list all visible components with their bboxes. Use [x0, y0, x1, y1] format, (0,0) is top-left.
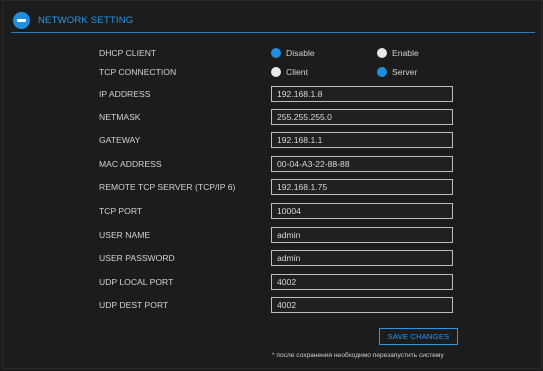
radio-selected-icon[interactable] [271, 48, 281, 58]
tcp-port-input[interactable]: 10004 [271, 203, 453, 219]
tcp-connection-row: TCP CONNECTION Client Server [99, 63, 483, 81]
udp-local-port-row: UDP LOCAL PORT 4002 [99, 273, 453, 291]
tcp-client-radio[interactable]: Client [271, 67, 377, 77]
user-name-label: USER NAME [99, 230, 151, 240]
user-name-input[interactable]: admin [271, 227, 453, 243]
tcp-server-radio[interactable]: Server [377, 67, 483, 77]
tcp-connection-label: TCP CONNECTION [99, 67, 177, 77]
header-divider [11, 32, 535, 33]
udp-local-port-label: UDP LOCAL PORT [99, 277, 174, 287]
remote-tcp-server-input[interactable]: 192.168.1.75 [271, 179, 453, 195]
network-setting-panel: NETWORK SETTING DHCP CLIENT Disable Enab… [2, 0, 542, 369]
netmask-row: NETMASK 255.255.255.0 [99, 108, 453, 126]
tcp-server-label: Server [392, 67, 418, 77]
dhcp-client-row: DHCP CLIENT Disable Enable [99, 44, 483, 62]
mac-address-row: MAC ADDRESS 00-04-A3-22-88-88 [99, 155, 453, 173]
remote-tcp-server-label: REMOTE TCP SERVER (TCP/IP 6) [99, 182, 236, 192]
dhcp-client-label: DHCP CLIENT [99, 48, 157, 58]
panel-header: NETWORK SETTING [13, 10, 133, 30]
dhcp-disable-radio[interactable]: Disable [271, 48, 377, 58]
ip-address-label: IP ADDRESS [99, 89, 151, 99]
remote-tcp-server-row: REMOTE TCP SERVER (TCP/IP 6) 192.168.1.7… [99, 178, 453, 196]
user-password-input[interactable]: admin [271, 250, 453, 266]
tcp-connection-radio-group: Client Server [271, 67, 483, 77]
radio-selected-icon[interactable] [377, 67, 387, 77]
user-name-row: USER NAME admin [99, 226, 453, 244]
ip-address-row: IP ADDRESS 192.168.1.8 [99, 85, 453, 103]
restart-note: * после сохранения необходимо перезапуст… [272, 352, 444, 359]
udp-local-port-input[interactable]: 4002 [271, 274, 453, 290]
tcp-client-label: Client [286, 67, 308, 77]
dhcp-enable-label: Enable [392, 48, 419, 58]
ip-address-input[interactable]: 192.168.1.8 [271, 86, 453, 102]
udp-dest-port-input[interactable]: 4002 [271, 297, 453, 313]
gateway-input[interactable]: 192.168.1.1 [271, 132, 453, 148]
radio-unselected-icon[interactable] [271, 67, 281, 77]
udp-dest-port-label: UDP DEST PORT [99, 300, 169, 310]
tcp-port-label: TCP PORT [99, 206, 143, 216]
minus-circle-icon[interactable] [13, 11, 30, 29]
netmask-label: NETMASK [99, 112, 141, 122]
radio-unselected-icon[interactable] [377, 48, 387, 58]
user-password-label: USER PASSWORD [99, 253, 175, 263]
gateway-label: GATEWAY [99, 135, 141, 145]
save-changes-button[interactable]: SAVE CHANGES [379, 328, 458, 345]
tcp-port-row: TCP PORT 10004 [99, 202, 453, 220]
gateway-row: GATEWAY 192.168.1.1 [99, 131, 453, 149]
dhcp-disable-label: Disable [286, 48, 315, 58]
user-password-row: USER PASSWORD admin [99, 249, 453, 267]
dhcp-client-radio-group: Disable Enable [271, 48, 483, 58]
udp-dest-port-row: UDP DEST PORT 4002 [99, 296, 453, 314]
mac-address-label: MAC ADDRESS [99, 159, 162, 169]
dhcp-enable-radio[interactable]: Enable [377, 48, 483, 58]
mac-address-input[interactable]: 00-04-A3-22-88-88 [271, 156, 453, 172]
panel-title: NETWORK SETTING [38, 14, 134, 26]
netmask-input[interactable]: 255.255.255.0 [271, 109, 453, 125]
